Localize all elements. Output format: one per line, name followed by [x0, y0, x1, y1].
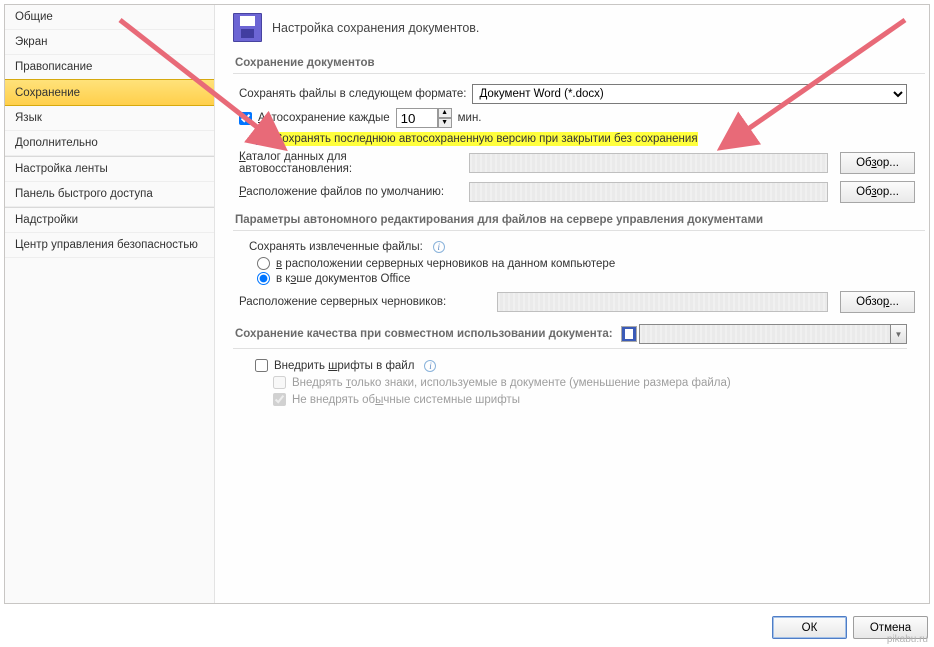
server-drafts-browse-button[interactable]: Обзор... [840, 291, 915, 313]
info-icon[interactable]: i [424, 360, 436, 372]
row-save-format: Сохранять файлы в следующем формате: Док… [239, 84, 925, 104]
radio-office-cache-label: в кэше документов Office [276, 273, 410, 285]
autorecovery-path-input[interactable] [469, 153, 828, 173]
ok-button[interactable]: ОК [772, 616, 847, 639]
autosave-checkbox[interactable] [239, 112, 252, 125]
autosave-label-suffix: мин. [458, 112, 482, 124]
section-quality-header: Сохранение качества при совместном испол… [233, 321, 907, 349]
row-embed-fonts: Внедрить шрифты в файл i [255, 359, 925, 372]
row-keep-last-autosave: Сохранять последнюю автосохраненную верс… [255, 132, 925, 145]
sidebar-item-ribbon[interactable]: Настройка ленты [5, 156, 214, 182]
page-header: Настройка сохранения документов. [233, 13, 925, 42]
autosave-label-prefix: Автосохранение каждые [258, 112, 390, 124]
autorecovery-browse-button[interactable]: Обзор... [840, 152, 915, 174]
keep-last-autosave-label: Сохранять последнюю автосохраненную верс… [274, 133, 698, 145]
sidebar-nav: Общие Экран Правописание Сохранение Язык… [5, 5, 215, 603]
sidebar-item-proofing[interactable]: Правописание [5, 55, 214, 80]
autorecovery-path-label: Каталог данных для автовосстановления: [239, 151, 461, 175]
skip-system-fonts-label: Не внедрять обычные системные шрифты [292, 394, 520, 406]
autosave-spinner-down[interactable]: ▼ [438, 118, 452, 128]
word-doc-icon [621, 326, 637, 342]
default-path-label: Расположение файлов по умолчанию: [239, 186, 461, 198]
quality-doc-combo[interactable] [639, 324, 891, 344]
keep-last-autosave-checkbox[interactable] [255, 132, 268, 145]
embed-used-chars-checkbox [273, 376, 286, 389]
row-save-checked-out: Сохранять извлеченные файлы: i [249, 241, 925, 253]
quality-doc-combo-dropdown[interactable]: ▼ [891, 324, 907, 344]
embed-fonts-label: Внедрить шрифты в файл [274, 360, 414, 372]
row-embed-used-chars: Внедрять только знаки, используемые в до… [273, 376, 925, 389]
sidebar-item-language[interactable]: Язык [5, 106, 214, 131]
autosave-spinner-up[interactable]: ▲ [438, 108, 452, 118]
save-format-combo[interactable]: Документ Word (*.docx) [472, 84, 907, 104]
save-checked-out-label: Сохранять извлеченные файлы: [249, 241, 423, 253]
info-icon[interactable]: i [433, 241, 445, 253]
section-offline-header: Параметры автономного редактирования для… [233, 211, 925, 231]
save-format-label: Сохранять файлы в следующем формате: [239, 88, 466, 100]
radio-server-drafts-label: в расположении серверных черновиков на д… [276, 258, 615, 270]
default-path-input[interactable] [469, 182, 828, 202]
row-skip-system-fonts: Не внедрять обычные системные шрифты [273, 393, 925, 406]
options-dialog: Общие Экран Правописание Сохранение Язык… [4, 4, 930, 604]
sidebar-item-general[interactable]: Общие [5, 5, 214, 30]
checked-out-radio-group: в расположении серверных черновиков на д… [257, 257, 925, 285]
embed-fonts-checkbox[interactable] [255, 359, 268, 372]
section-save-documents-header: Сохранение документов [233, 54, 925, 74]
radio-office-cache[interactable] [257, 272, 270, 285]
server-drafts-path-label: Расположение серверных черновиков: [239, 296, 489, 308]
row-autorecovery-path: Каталог данных для автовосстановления: О… [239, 151, 925, 175]
watermark: pikabu.ru [887, 634, 928, 645]
save-disk-icon [233, 13, 262, 42]
autosave-interval-input[interactable] [396, 108, 438, 128]
server-drafts-path-input[interactable] [497, 292, 828, 312]
default-path-browse-button[interactable]: Обзор... [840, 181, 915, 203]
radio-server-drafts[interactable] [257, 257, 270, 270]
section-quality-label: Сохранение качества при совместном испол… [235, 328, 613, 340]
embed-used-chars-label: Внедрять только знаки, используемые в до… [292, 377, 731, 389]
sidebar-item-display[interactable]: Экран [5, 30, 214, 55]
sidebar-item-trustcenter[interactable]: Центр управления безопасностью [5, 233, 214, 258]
page-title: Настройка сохранения документов. [272, 21, 479, 35]
sidebar-item-addins[interactable]: Надстройки [5, 207, 214, 233]
row-autosave: Автосохранение каждые ▲ ▼ мин. [239, 108, 925, 128]
sidebar-item-qat[interactable]: Панель быстрого доступа [5, 182, 214, 207]
row-default-path: Расположение файлов по умолчанию: Обзор.… [239, 181, 925, 203]
sidebar-item-advanced[interactable]: Дополнительно [5, 131, 214, 156]
skip-system-fonts-checkbox [273, 393, 286, 406]
sidebar-item-save[interactable]: Сохранение [5, 79, 214, 106]
row-server-drafts-path: Расположение серверных черновиков: Обзор… [239, 291, 925, 313]
content-pane: Настройка сохранения документов. Сохране… [215, 5, 929, 603]
